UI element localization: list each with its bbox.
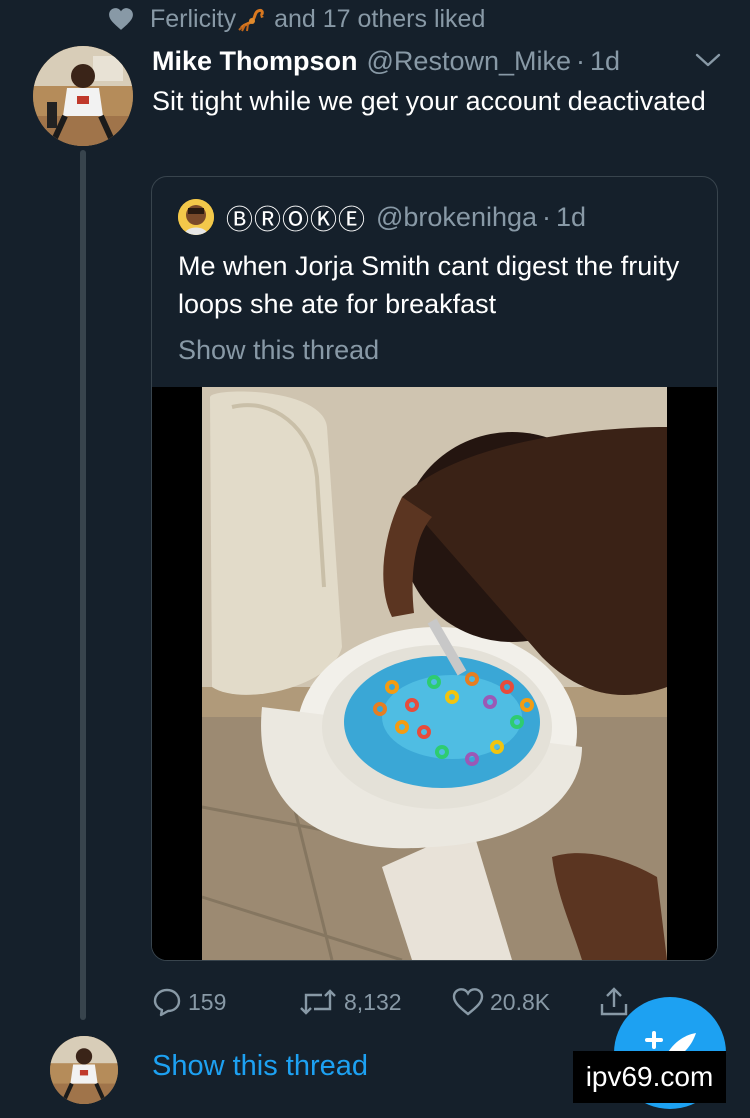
separator-dot: · [576,45,585,76]
reply-icon [153,988,181,1017]
author-name[interactable]: Mike Thompson [152,46,358,77]
quoted-tweet-card[interactable]: ⒷⓇⓄⓀⒺ @brokenihga · 1d Me when Jorja Smi… [151,176,718,961]
retweet-count: 8,132 [344,988,402,1015]
separator-dot: · [542,201,552,232]
retweet-button[interactable]: 8,132 [298,980,402,1024]
like-count: 20.8K [490,988,551,1015]
quoted-tweet-text: Me when Jorja Smith cant digest the frui… [178,251,680,319]
retweet-icon [300,989,336,1015]
liked-others-text: and 17 others liked [274,4,486,33]
reply-button[interactable]: 159 [152,980,226,1024]
tweet-actions: 159 8,132 20.8K [152,980,652,1024]
quoted-tweet-header: ⒷⓇⓄⓀⒺ @brokenihga · 1d [178,199,586,235]
quoted-show-thread-link[interactable]: Show this thread [178,335,379,366]
social-context[interactable]: Ferlicity and 17 others liked [108,4,485,34]
video-frame [152,387,717,960]
watermark-label: ipv69.com [573,1051,726,1103]
scorpion-emoji [238,8,265,32]
liker-name[interactable]: Ferlicity [150,5,236,34]
heart-outline-icon [452,988,484,1016]
like-button[interactable]: 20.8K [452,980,550,1024]
chevron-down-icon[interactable] [694,50,722,70]
quoted-author-handle[interactable]: @brokenihga [376,202,537,233]
tweet-text: Sit tight while we get your account deac… [152,86,706,116]
author-avatar[interactable] [33,46,133,146]
reply-count: 159 [188,988,227,1015]
author-avatar-small[interactable] [50,1036,118,1104]
quoted-author-name[interactable]: ⒷⓇⓄⓀⒺ [226,198,366,237]
tweet-header: Mike Thompson @Restown_Mike · 1d [152,42,620,80]
author-handle[interactable]: @Restown_Mike [367,46,571,77]
tweet-timestamp[interactable]: 1d [590,46,620,77]
quoted-tweet-timestamp[interactable]: 1d [556,202,586,233]
thread-connector-line [80,150,86,1020]
heart-icon [109,8,133,30]
show-thread-link[interactable]: Show this thread [152,1050,368,1083]
quoted-video-media[interactable] [152,387,717,960]
quoted-author-avatar[interactable] [178,199,214,235]
